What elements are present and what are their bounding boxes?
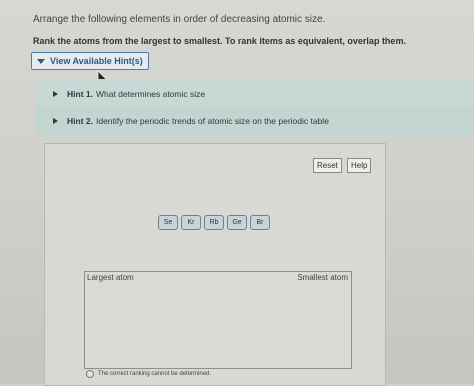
largest-atom-label: Largest atom [87, 273, 134, 282]
triangle-right-icon [53, 118, 58, 124]
help-button[interactable]: Help [347, 158, 372, 173]
view-hints-button[interactable]: View Available Hint(s) [31, 52, 149, 70]
hint-1-label: Hint 1. [67, 89, 93, 99]
smallest-atom-label: Smallest atom [297, 273, 348, 282]
hint-2-text: Identify the periodic trends of atomic s… [95, 116, 329, 126]
hint-2-row[interactable]: Hint 2. Identify the periodic trends of … [35, 106, 474, 136]
element-tile-br[interactable]: Br [250, 215, 270, 230]
element-tiles: Se Kr Rb Ge Br [158, 215, 270, 230]
ranking-panel: Reset Help Se Kr Rb Ge Br Largest atom S… [44, 143, 386, 386]
element-tile-se[interactable]: Se [158, 215, 178, 230]
ranking-drop-area[interactable]: Largest atom Smallest atom [84, 271, 352, 369]
element-tile-rb[interactable]: Rb [204, 215, 224, 230]
question-text: Arrange the following elements in order … [33, 14, 326, 25]
instruction-text: Rank the atoms from the largest to small… [33, 36, 406, 46]
triangle-right-icon [53, 91, 58, 97]
element-tile-ge[interactable]: Ge [227, 215, 247, 230]
reset-button[interactable]: Reset [313, 158, 342, 173]
cannot-determine-label: The correct ranking cannot be determined… [98, 371, 212, 377]
cannot-determine-option[interactable]: The correct ranking cannot be determined… [86, 370, 211, 378]
caret-down-icon [37, 58, 45, 64]
question-page: Arrange the following elements in order … [0, 0, 474, 386]
hint-1-row[interactable]: Hint 1. What determines atomic size [35, 79, 474, 109]
hint-2-label: Hint 2. [67, 116, 93, 126]
hint-1-text: What determines atomic size [95, 89, 206, 99]
element-tile-kr[interactable]: Kr [181, 215, 201, 230]
radio-button[interactable] [86, 370, 94, 378]
view-hints-label: View Available Hint(s) [50, 56, 143, 66]
